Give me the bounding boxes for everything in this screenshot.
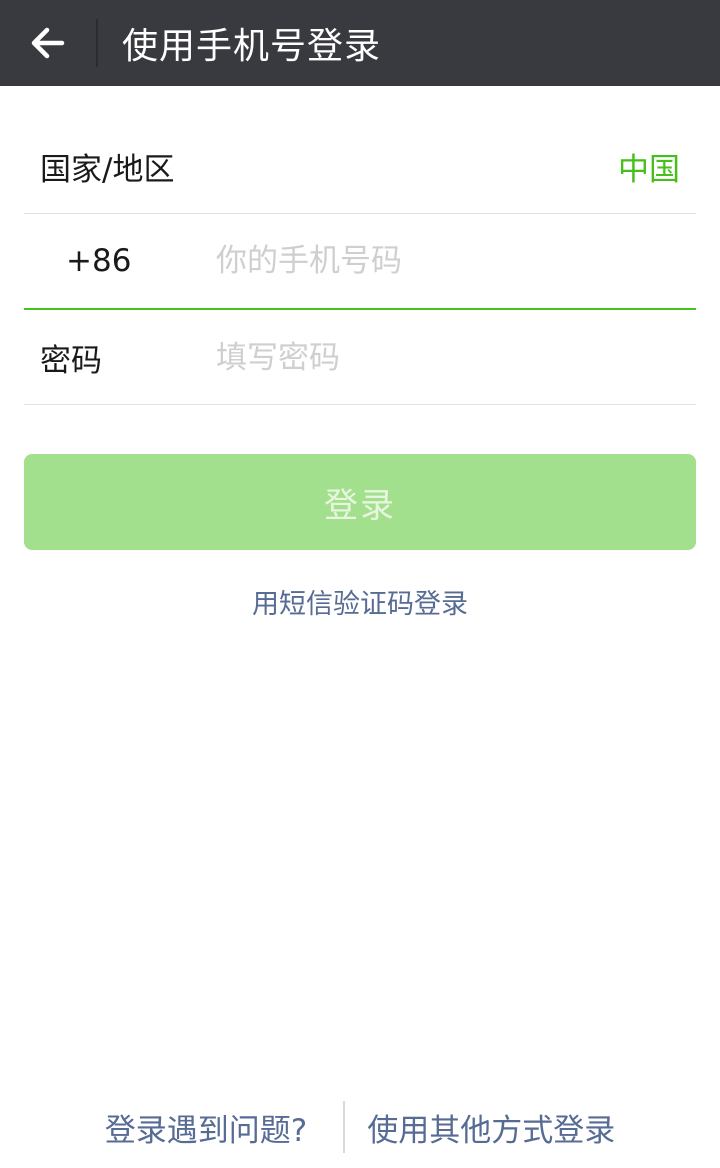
- footer-divider: [343, 1101, 346, 1153]
- login-button[interactable]: 登录: [24, 454, 696, 550]
- login-trouble-link[interactable]: 登录遇到问题?: [105, 1105, 307, 1150]
- top-bar-divider: [96, 19, 98, 67]
- password-row: 密码: [24, 311, 696, 405]
- sms-code-login-link[interactable]: 用短信验证码登录: [0, 582, 720, 621]
- password-input[interactable]: [216, 339, 696, 376]
- country-region-row[interactable]: 国家/地区 中国: [24, 120, 696, 214]
- country-selector[interactable]: 中国: [618, 144, 696, 189]
- phone-row: +86: [24, 214, 696, 310]
- other-login-methods-link[interactable]: 使用其他方式登录: [367, 1105, 615, 1150]
- country-region-label: 国家/地区: [40, 152, 175, 188]
- footer-links: 登录遇到问题? 使用其他方式登录: [0, 1100, 720, 1154]
- phone-input[interactable]: [216, 243, 696, 279]
- password-label: 密码: [40, 343, 102, 379]
- country-code[interactable]: +86: [24, 243, 216, 279]
- arrow-left-icon: [31, 27, 65, 59]
- top-bar: 使用手机号登录: [0, 0, 720, 86]
- back-button[interactable]: [0, 0, 96, 86]
- page-title: 使用手机号登录: [122, 26, 382, 67]
